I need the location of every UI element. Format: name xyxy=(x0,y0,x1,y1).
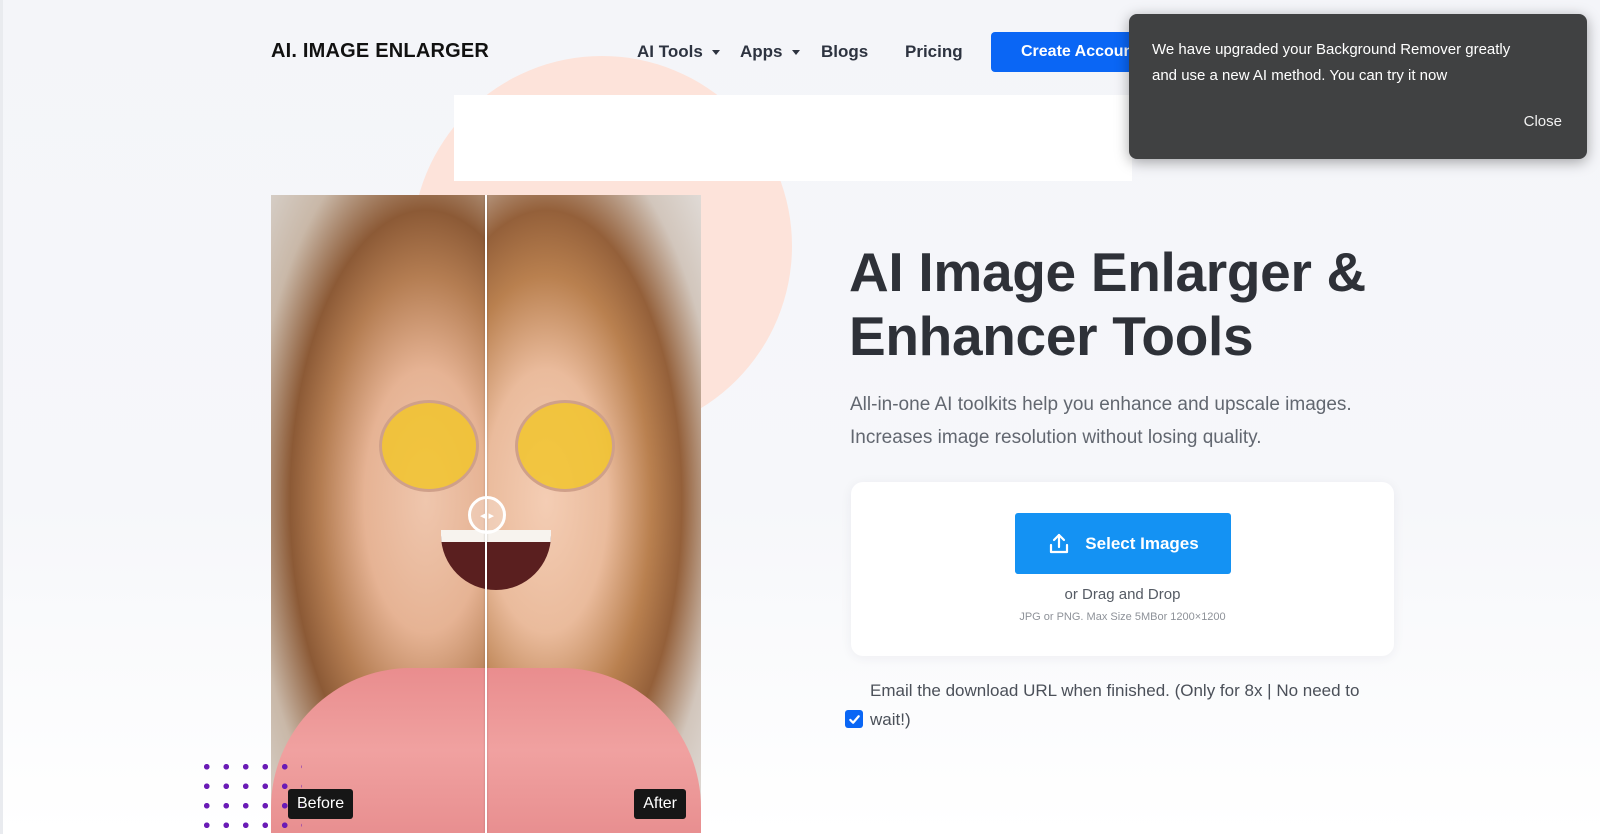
toast-message-line2: and use a new AI method. You can try it … xyxy=(1152,67,1448,84)
toast-message-line1: We have upgraded your Background Remover… xyxy=(1152,41,1511,58)
email-option-line1: Email the download URL when finished. (O… xyxy=(870,681,1360,700)
nav-blogs-label: Blogs xyxy=(821,42,869,61)
after-label: After xyxy=(634,789,686,819)
before-after-comparison[interactable]: ◂ ▸ Before After xyxy=(271,195,701,833)
checkmark-icon xyxy=(848,714,860,724)
sunglasses-left-lens xyxy=(379,400,479,492)
notification-toast: We have upgraded your Background Remover… xyxy=(1129,14,1587,159)
caret-down-icon xyxy=(791,49,800,55)
nav-pricing-label: Pricing xyxy=(905,42,963,61)
upload-dropzone[interactable]: Select Images or Drag and Drop JPG or PN… xyxy=(851,482,1394,656)
upload-icon xyxy=(1050,533,1069,553)
nav-pricing[interactable]: Pricing xyxy=(905,42,963,62)
page-title: AI Image Enlarger & Enhancer Tools xyxy=(849,240,1409,368)
decorative-dot-grid xyxy=(197,757,302,834)
select-images-button[interactable]: Select Images xyxy=(1015,513,1231,574)
nav-ai-tools[interactable]: AI Tools xyxy=(637,42,720,62)
nav-apps[interactable]: Apps xyxy=(740,42,800,62)
caret-down-icon xyxy=(711,49,720,55)
file-requirements-hint: JPG or PNG. Max Size 5MBor 1200×1200 xyxy=(1019,611,1226,623)
page-subtitle-line2: Increases image resolution without losin… xyxy=(850,427,1262,448)
nav-blogs[interactable]: Blogs xyxy=(821,42,868,62)
email-option-line2: wait!) xyxy=(870,710,911,729)
ad-banner-placeholder xyxy=(454,95,1132,181)
left-right-arrows-icon[interactable]: ◂ ▸ xyxy=(468,496,506,534)
sunglasses-right-lens xyxy=(515,400,615,492)
page-subtitle: All-in-one AI toolkits help you enhance … xyxy=(850,388,1410,454)
toast-close-button[interactable]: Close xyxy=(1524,113,1562,130)
drag-drop-text: or Drag and Drop xyxy=(1064,586,1181,603)
email-checkbox[interactable] xyxy=(845,710,863,728)
email-option-label[interactable]: Email the download URL when finished. (O… xyxy=(870,676,1390,734)
nav-ai-tools-label: AI Tools xyxy=(637,42,703,61)
page-title-line1: AI Image Enlarger & xyxy=(849,241,1366,303)
site-logo[interactable]: AI. IMAGE ENLARGER xyxy=(271,40,489,63)
page-title-line2: Enhancer Tools xyxy=(849,305,1254,367)
toast-message: We have upgraded your Background Remover… xyxy=(1152,37,1562,89)
nav-apps-label: Apps xyxy=(740,42,783,61)
page-left-edge xyxy=(0,0,3,834)
page-subtitle-line1: All-in-one AI toolkits help you enhance … xyxy=(850,394,1352,415)
select-images-label: Select Images xyxy=(1085,533,1199,553)
